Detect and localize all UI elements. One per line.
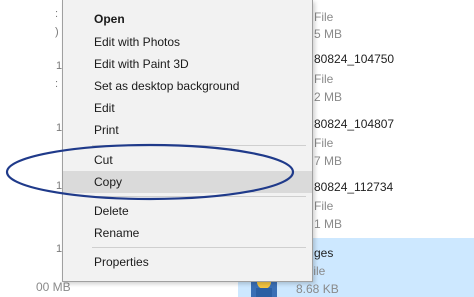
file-name-fragment[interactable]: ges: [314, 246, 333, 260]
menu-item-cut[interactable]: Cut: [63, 149, 312, 171]
menu-separator: [92, 247, 306, 248]
menu-item-label: Edit with Photos: [94, 35, 181, 49]
file-size-fragment: 7 MB: [314, 154, 343, 168]
menu-item-delete[interactable]: Delete: [63, 200, 312, 222]
menu-item-label: Copy: [94, 175, 123, 189]
menu-item-label: Print: [94, 123, 119, 137]
file-type-fragment: File: [314, 10, 334, 24]
file-type-fragment: File: [314, 136, 334, 150]
left-edge-fragment: :: [55, 78, 59, 90]
menu-item-label: Open: [94, 12, 125, 26]
left-edge-fragment: ): [55, 26, 59, 38]
menu-item-print[interactable]: Print: [63, 119, 312, 141]
menu-item-edit-with-paint-3d[interactable]: Edit with Paint 3D: [63, 53, 312, 75]
file-size-fragment: 8.68 KB: [296, 282, 339, 296]
file-type-fragment: File: [314, 72, 334, 86]
file-size-fragment: 5 MB: [314, 27, 343, 41]
file-name-fragment[interactable]: 80824_112734: [314, 180, 393, 194]
left-edge-fragment: :: [55, 8, 59, 20]
menu-item-label: Delete: [94, 204, 129, 218]
file-type-fragment: File: [314, 199, 334, 213]
menu-item-label: Edit with Paint 3D: [94, 57, 189, 71]
menu-item-copy[interactable]: Copy: [63, 171, 312, 193]
file-size-fragment: 00 MB: [36, 280, 71, 294]
menu-item-open[interactable]: Open: [63, 8, 312, 30]
menu-item-properties[interactable]: Properties: [63, 251, 312, 273]
file-name-fragment[interactable]: 80824_104750: [314, 52, 394, 66]
menu-item-edit[interactable]: Edit: [63, 97, 312, 119]
screenshot-root: : ) 1 : 1 1 1 00 MB File 5 MB 80824_1047…: [0, 0, 474, 297]
file-name-fragment[interactable]: 80824_104807: [314, 117, 394, 131]
menu-item-edit-with-photos[interactable]: Edit with Photos: [63, 31, 312, 53]
menu-item-label: Set as desktop background: [94, 79, 240, 93]
menu-item-label: Cut: [94, 153, 113, 167]
menu-item-set-as-desktop-background[interactable]: Set as desktop background: [63, 75, 312, 97]
context-menu: Open Edit with Photos Edit with Paint 3D…: [62, 0, 313, 282]
menu-separator: [92, 145, 306, 146]
menu-separator: [92, 196, 306, 197]
file-size-fragment: 2 MB: [314, 90, 343, 104]
menu-item-label: Rename: [94, 226, 140, 240]
menu-item-rename[interactable]: Rename: [63, 222, 312, 244]
file-size-fragment: 1 MB: [314, 217, 343, 231]
menu-item-label: Properties: [94, 255, 149, 269]
menu-item-label: Edit: [94, 101, 115, 115]
